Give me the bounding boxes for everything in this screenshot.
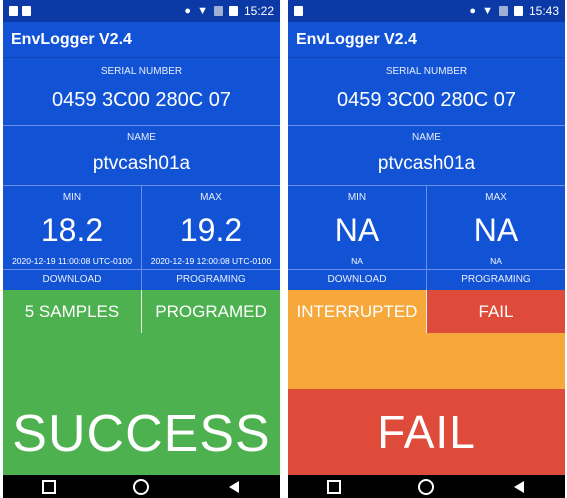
max-timestamp: 2020-12-19 12:00:08 UTC-0100	[150, 256, 272, 266]
status-row: INTERRUPTED FAIL	[288, 290, 565, 333]
min-column: MIN NA NA	[288, 186, 426, 269]
max-label: MAX	[485, 192, 507, 203]
min-timestamp: NA	[351, 256, 363, 266]
download-label: DOWNLOAD	[42, 274, 102, 285]
serial-section: SERIAL NUMBER 0459 3C00 280C 07	[288, 58, 565, 126]
minmax-section: MIN 18.2 2020-12-19 11:00:08 UTC-0100 MA…	[3, 186, 280, 270]
result-panel[interactable]: FAIL	[288, 389, 565, 475]
battery-icon	[513, 6, 523, 16]
programing-col: PROGRAMING	[426, 270, 565, 290]
name-value: ptvcash01a	[377, 153, 476, 174]
min-value: NA	[334, 212, 380, 248]
serial-value: 0459 3C00 280C 07	[336, 89, 517, 111]
programing-label: PROGRAMING	[461, 274, 531, 285]
wifi-icon: ▼	[197, 4, 208, 17]
wifi-icon: ▼	[482, 4, 493, 17]
download-status[interactable]: 5 SAMPLES	[3, 290, 141, 333]
back-icon[interactable]	[507, 478, 531, 496]
download-col: DOWNLOAD	[288, 270, 426, 290]
recents-icon[interactable]	[322, 478, 346, 496]
status-right-icons: ● ▼ 15:43	[469, 4, 559, 18]
serial-label: SERIAL NUMBER	[100, 66, 183, 77]
status-row: 5 SAMPLES PROGRAMED	[3, 290, 280, 333]
back-icon[interactable]	[222, 478, 246, 496]
app-bar: EnvLogger V2.4	[3, 22, 280, 58]
max-column: MAX NA NA	[426, 186, 565, 269]
app-bar: EnvLogger V2.4	[288, 22, 565, 58]
status-right-icons: ● ▼ 15:22	[184, 4, 274, 18]
download-col: DOWNLOAD	[3, 270, 141, 290]
status-bar: ● ▼ 15:22	[3, 0, 280, 22]
max-column: MAX 19.2 2020-12-19 12:00:08 UTC-0100	[141, 186, 280, 269]
serial-section: SERIAL NUMBER 0459 3C00 280C 07	[3, 58, 280, 126]
location-icon: ●	[469, 4, 477, 17]
result-text: SUCCESS	[12, 405, 271, 463]
status-time: 15:22	[243, 4, 274, 18]
name-value: ptvcash01a	[92, 153, 191, 174]
programing-status[interactable]: FAIL	[426, 290, 565, 333]
sim-icon	[22, 6, 31, 16]
max-value: 19.2	[179, 212, 243, 248]
minmax-section: MIN NA NA MAX NA NA	[288, 186, 565, 270]
app-title: EnvLogger V2.4	[296, 30, 417, 48]
max-value: NA	[473, 212, 519, 248]
serial-label: SERIAL NUMBER	[385, 66, 468, 77]
status-left-icons	[9, 6, 31, 16]
download-label: DOWNLOAD	[327, 274, 387, 285]
home-icon[interactable]	[414, 478, 438, 496]
status-bar: ● ▼ 15:43	[288, 0, 565, 22]
status-left-icons	[294, 6, 303, 16]
signal-icon	[498, 6, 508, 16]
name-label: NAME	[412, 132, 441, 143]
phone-right: ● ▼ 15:43 EnvLogger V2.4 SERIAL NUMBER 0…	[288, 0, 565, 498]
min-label: MIN	[62, 192, 82, 203]
programing-col: PROGRAMING	[141, 270, 280, 290]
result-text: FAIL	[377, 406, 476, 458]
recents-icon[interactable]	[37, 478, 61, 496]
max-label: MAX	[200, 192, 222, 203]
programing-label: PROGRAMING	[176, 274, 246, 285]
app-title: EnvLogger V2.4	[11, 30, 132, 48]
sim-icon	[294, 6, 303, 16]
result-warning-band	[288, 333, 565, 389]
location-icon: ●	[184, 4, 192, 17]
download-status[interactable]: INTERRUPTED	[288, 290, 426, 333]
signal-icon	[213, 6, 223, 16]
home-icon[interactable]	[129, 478, 153, 496]
image-icon	[9, 6, 18, 16]
nav-bar	[288, 475, 565, 498]
serial-value: 0459 3C00 280C 07	[51, 89, 232, 111]
status-time: 15:43	[528, 4, 559, 18]
result-panel[interactable]: SUCCESS	[3, 333, 280, 475]
max-timestamp: NA	[490, 256, 502, 266]
phone-left: ● ▼ 15:22 EnvLogger V2.4 SERIAL NUMBER 0…	[3, 0, 280, 498]
name-section: NAME ptvcash01a	[288, 126, 565, 186]
download-programing-labels: DOWNLOAD PROGRAMING	[3, 270, 280, 290]
download-programing-labels: DOWNLOAD PROGRAMING	[288, 270, 565, 290]
min-timestamp: 2020-12-19 11:00:08 UTC-0100	[12, 256, 132, 266]
min-column: MIN 18.2 2020-12-19 11:00:08 UTC-0100	[3, 186, 141, 269]
name-label: NAME	[127, 132, 156, 143]
name-section: NAME ptvcash01a	[3, 126, 280, 186]
min-value: 18.2	[40, 212, 104, 248]
battery-icon	[228, 6, 238, 16]
programing-status[interactable]: PROGRAMED	[141, 290, 280, 333]
nav-bar	[3, 475, 280, 498]
min-label: MIN	[347, 192, 367, 203]
